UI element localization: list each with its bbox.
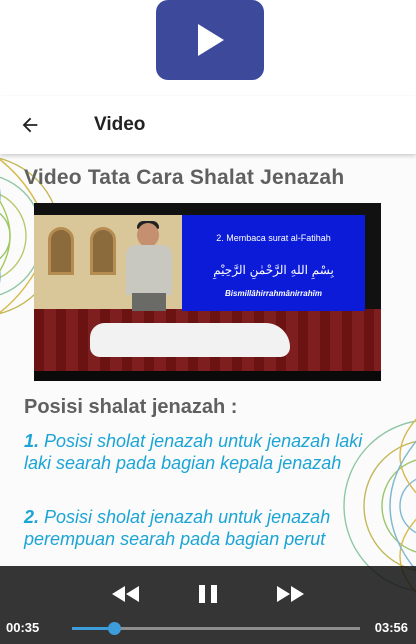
play-icon	[198, 24, 224, 56]
rewind-icon	[112, 586, 139, 602]
video-bottom-edge	[34, 371, 381, 381]
mosque-arch	[48, 227, 74, 275]
pause-button[interactable]	[190, 580, 226, 608]
imam-body	[126, 245, 172, 295]
list-item-number: 2.	[24, 507, 40, 527]
media-controller: 00:35 03:56	[0, 566, 416, 644]
current-time: 00:35	[6, 620, 40, 635]
seek-bar[interactable]	[72, 622, 360, 635]
rewind-button[interactable]	[108, 580, 144, 608]
caption-title: 2. Membaca surat al-Fatihah	[216, 233, 331, 243]
page-heading: Video Tata Cara Shalat Jenazah	[24, 166, 345, 189]
app-bar: Video	[0, 96, 416, 154]
list-item-number: 1.	[24, 431, 40, 451]
seek-bar-thumb[interactable]	[108, 622, 122, 635]
total-time: 03:56	[374, 620, 408, 635]
mosque-arch	[90, 227, 116, 275]
top-strip	[0, 0, 416, 96]
caption-panel: 2. Membaca surat al-Fatihah بِسْمِ اللهِ…	[182, 215, 365, 311]
list-item-text: Posisi sholat jenazah untuk jenazah pere…	[24, 507, 331, 549]
fast-forward-button[interactable]	[272, 580, 308, 608]
list-item-text: Posisi sholat jenazah untuk jenazah laki…	[24, 431, 363, 473]
section-subheading: Posisi shalat jenazah :	[24, 396, 238, 418]
app-logo	[156, 0, 264, 80]
imam-head	[137, 223, 159, 247]
caption-latin: Bismillâhirrahmânirrahîm	[225, 289, 322, 298]
pause-icon	[199, 585, 217, 603]
caption-arabic: بِسْمِ اللهِ الرَّحْمٰنِ الرَّحِيْمِ	[213, 263, 334, 277]
fast-forward-icon	[277, 586, 304, 602]
covered-body	[90, 323, 290, 357]
back-button[interactable]	[0, 96, 60, 154]
list-item: 1. Posisi sholat jenazah untuk jenazah l…	[24, 430, 394, 474]
list-item: 2. Posisi sholat jenazah untuk jenazah p…	[24, 506, 394, 550]
appbar-title: Video	[94, 114, 146, 135]
video-thumbnail[interactable]: 2. Membaca surat al-Fatihah بِسْمِ اللهِ…	[34, 203, 381, 381]
imam-legs	[132, 293, 166, 311]
arrow-left-icon	[22, 117, 38, 133]
